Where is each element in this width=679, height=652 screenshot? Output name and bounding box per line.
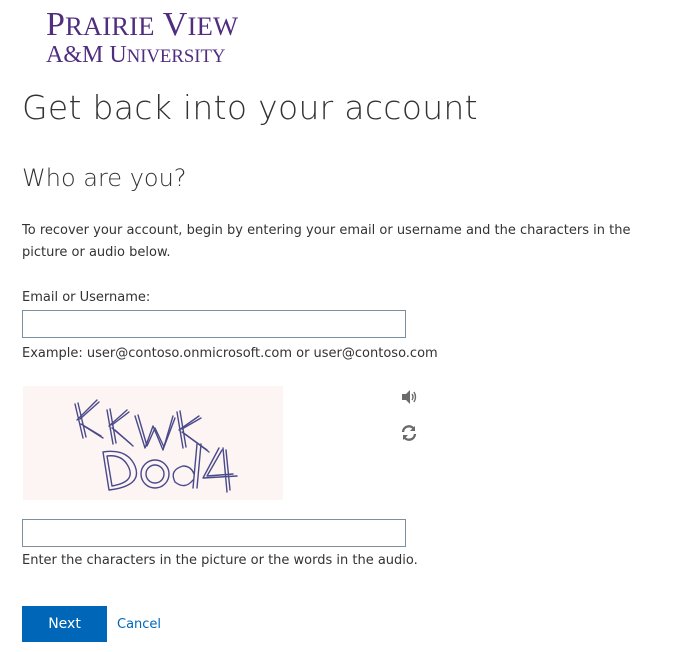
page-title: Get back into your account bbox=[22, 88, 478, 127]
captcha-hint: Enter the characters in the picture or t… bbox=[22, 553, 418, 568]
refresh-icon[interactable] bbox=[400, 424, 418, 442]
speaker-icon[interactable] bbox=[400, 388, 418, 406]
cancel-link[interactable]: Cancel bbox=[117, 617, 161, 632]
captcha-glyphs bbox=[74, 399, 238, 493]
logo-line-1: PRAIRIE VIEW bbox=[46, 6, 239, 43]
captcha-input[interactable] bbox=[22, 519, 406, 547]
email-hint: Example: user@contoso.onmicrosoft.com or… bbox=[22, 346, 438, 361]
logo-line-2: A&M UNIVERSITY bbox=[46, 42, 226, 68]
page-subtitle: Who are you? bbox=[22, 164, 187, 192]
captcha-image bbox=[23, 386, 283, 500]
next-button[interactable]: Next bbox=[22, 606, 107, 642]
university-logo: PRAIRIE VIEW A&M UNIVERSITY bbox=[46, 6, 239, 68]
email-input[interactable] bbox=[22, 310, 406, 338]
instructions-text: To recover your account, begin by enteri… bbox=[22, 223, 631, 260]
email-label: Email or Username: bbox=[22, 290, 151, 305]
